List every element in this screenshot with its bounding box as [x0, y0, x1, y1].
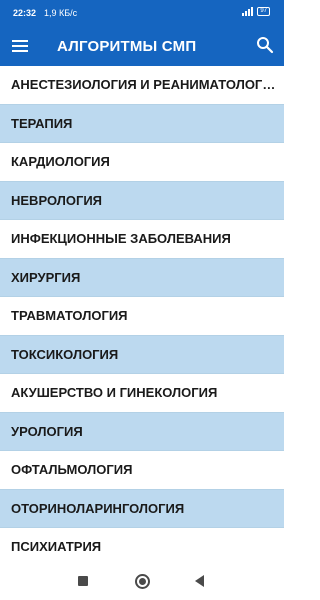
list-item-label: ОТОРИНОЛАРИНГОЛОГИЯ: [11, 500, 185, 516]
list-item[interactable]: НЕВРОЛОГИЯ: [0, 181, 284, 220]
page-title: АЛГОРИТМЫ СМП: [57, 38, 197, 55]
list-item-label: ПСИХИАТРИЯ: [11, 539, 102, 555]
system-nav-bar: [0, 562, 284, 600]
list-item[interactable]: УРОЛОГИЯ: [0, 412, 284, 451]
list-item[interactable]: ОФТАЛЬМОЛОГИЯ: [0, 451, 284, 490]
list-item[interactable]: ТОКСИКОЛОГИЯ: [0, 335, 284, 374]
back-icon[interactable]: [195, 575, 204, 587]
list-item-label: АКУШЕРСТВО И ГИНЕКОЛОГИЯ: [11, 385, 218, 401]
list-item[interactable]: АНЕСТЕЗИОЛОГИЯ И РЕАНИМАТОЛОГИЯ: [0, 66, 284, 105]
list-item-label: НЕВРОЛОГИЯ: [11, 192, 103, 208]
battery-icon: 97: [257, 7, 270, 16]
list-item-label: ИНФЕКЦИОННЫЕ ЗАБОЛЕВАНИЯ: [11, 231, 231, 247]
list-item-label: ХИРУРГИЯ: [11, 269, 81, 285]
list-item[interactable]: ОТОРИНОЛАРИНГОЛОГИЯ: [0, 489, 284, 528]
recent-apps-icon[interactable]: [78, 576, 88, 586]
list-item[interactable]: ТРАВМАТОЛОГИЯ: [0, 297, 284, 336]
list-item[interactable]: ИНФЕКЦИОННЫЕ ЗАБОЛЕВАНИЯ: [0, 220, 284, 259]
app-bar: АЛГОРИТМЫ СМП: [0, 26, 284, 66]
home-icon[interactable]: [135, 574, 150, 589]
signal-icon: [242, 7, 254, 16]
status-icons: 97: [242, 7, 270, 16]
list-item-label: КАРДИОЛОГИЯ: [11, 154, 110, 170]
list-item[interactable]: ХИРУРГИЯ: [0, 258, 284, 297]
list-item-label: ТОКСИКОЛОГИЯ: [11, 346, 119, 362]
list-item[interactable]: ПСИХИАТРИЯ: [0, 528, 284, 567]
list-item[interactable]: КАРДИОЛОГИЯ: [0, 143, 284, 182]
list-item-label: ТРАВМАТОЛОГИЯ: [11, 308, 128, 324]
battery-level: 97: [260, 8, 267, 14]
hamburger-menu-icon[interactable]: [12, 37, 30, 55]
list-item-label: УРОЛОГИЯ: [11, 423, 83, 439]
status-bar: 22:32 1,9 КБ/с 97: [0, 0, 284, 26]
list-item-label: АНЕСТЕЗИОЛОГИЯ И РЕАНИМАТОЛОГИЯ: [11, 77, 277, 93]
status-time: 22:32: [13, 8, 37, 18]
list-item-label: ОФТАЛЬМОЛОГИЯ: [11, 462, 133, 478]
list-item-label: ТЕРАПИЯ: [11, 115, 73, 131]
list-item[interactable]: ТЕРАПИЯ: [0, 104, 284, 143]
category-list: АНЕСТЕЗИОЛОГИЯ И РЕАНИМАТОЛОГИЯ ТЕРАПИЯ …: [0, 66, 284, 567]
status-network-speed: 1,9 КБ/с: [44, 8, 78, 18]
search-icon[interactable]: [256, 36, 274, 54]
list-item[interactable]: АКУШЕРСТВО И ГИНЕКОЛОГИЯ: [0, 374, 284, 413]
